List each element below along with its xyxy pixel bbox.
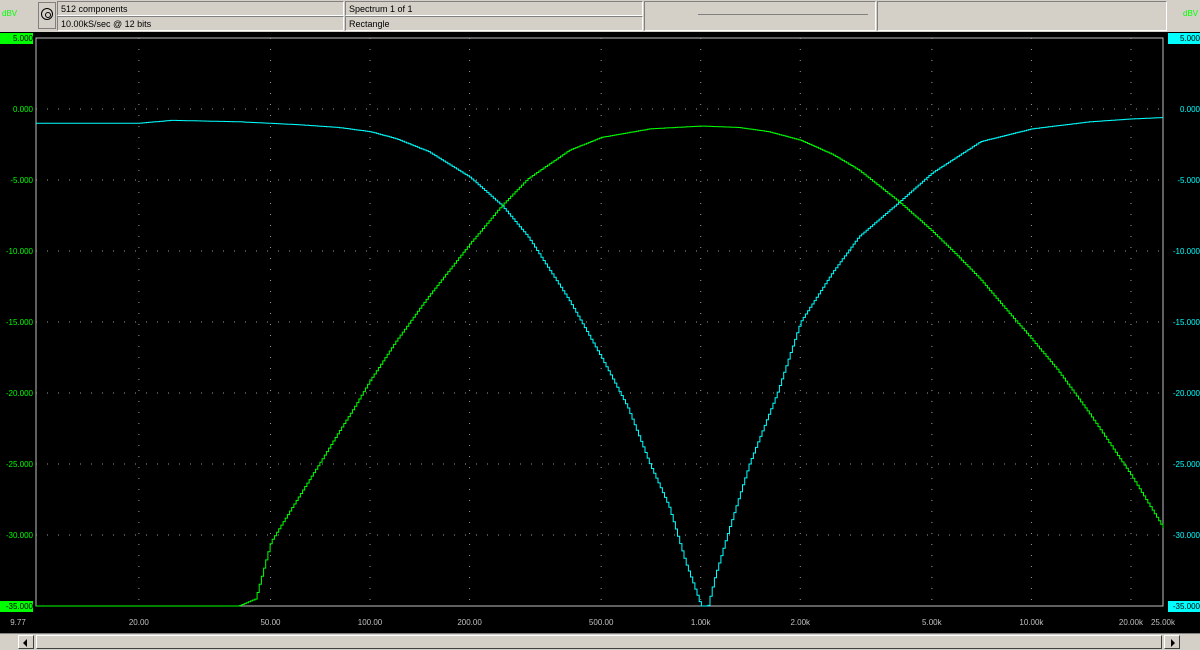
y-tick-label-left: -30.000 xyxy=(5,531,33,540)
scroll-thumb[interactable] xyxy=(36,635,1162,649)
x-tick-label: 2.00k xyxy=(790,618,811,627)
x-tick-label: 25.00k xyxy=(1150,618,1176,627)
y-tick-label-left: -35.000 xyxy=(0,601,33,612)
y-tick-label-right: 5.000 xyxy=(1168,33,1200,44)
y-tick-label-right: -30.000 xyxy=(1172,531,1200,540)
x-tick-label: 20.00k xyxy=(1118,618,1143,627)
y-tick-label-left: -20.000 xyxy=(5,389,33,398)
y-tick-label-left: 5.000 xyxy=(0,33,33,44)
horizontal-scrollbar[interactable] xyxy=(0,633,1200,650)
y-tick-label-right: -35.000 xyxy=(1168,601,1200,612)
y-tick-label-right: 0.000 xyxy=(1179,105,1200,114)
y-tick-label-right: -5.000 xyxy=(1177,176,1200,185)
y-tick-label-right: -20.000 xyxy=(1172,389,1200,398)
spectrum-plot[interactable] xyxy=(0,0,1200,650)
x-tick-label: 200.00 xyxy=(457,618,482,627)
x-tick-label: 50.00 xyxy=(260,618,281,627)
x-tick-label: 1.00k xyxy=(690,618,711,627)
y-tick-label-left: -10.000 xyxy=(5,247,33,256)
y-tick-label-left: -25.000 xyxy=(5,460,33,469)
x-tick-label: 100.00 xyxy=(357,618,383,627)
y-tick-label-right: -15.000 xyxy=(1172,318,1200,327)
scroll-left-button[interactable] xyxy=(18,635,34,649)
x-tick-label: 10.00k xyxy=(1019,618,1044,627)
y-tick-label-left: -5.000 xyxy=(10,176,33,185)
y-tick-label-left: 0.000 xyxy=(12,105,33,114)
x-tick-label: 500.00 xyxy=(588,618,614,627)
x-tick-label: 20.00 xyxy=(128,618,149,627)
x-tick-label: 5.00k xyxy=(922,618,942,627)
x-tick-label: 9.77 xyxy=(10,618,26,627)
y-tick-label-right: -25.000 xyxy=(1172,460,1200,469)
y-tick-label-right: -10.000 xyxy=(1172,247,1200,256)
scroll-right-button[interactable] xyxy=(1164,635,1180,649)
y-tick-label-left: -15.000 xyxy=(5,318,33,327)
